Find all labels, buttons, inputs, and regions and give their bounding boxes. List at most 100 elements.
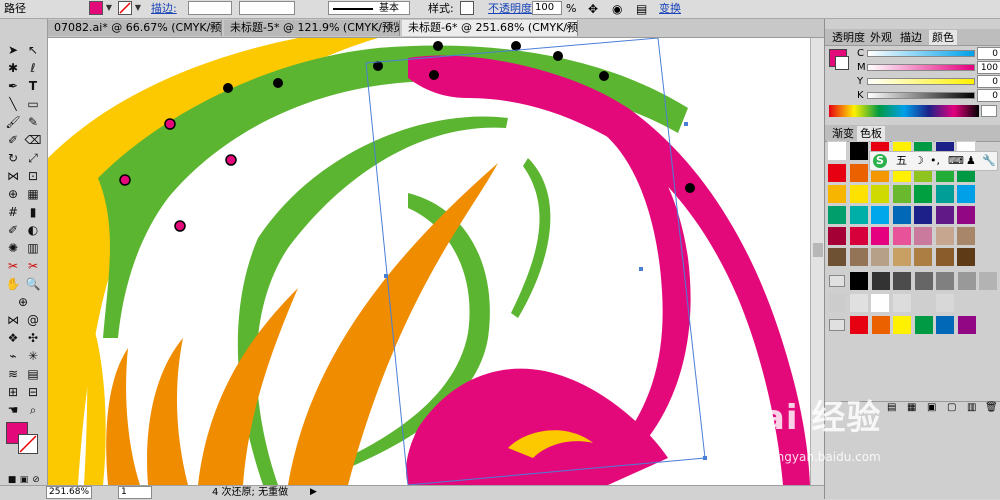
color-swatch[interactable] [934, 293, 955, 313]
color-swatch[interactable] [913, 226, 933, 246]
opacity-label[interactable]: 不透明度: [488, 2, 536, 16]
graphic-style-swatch[interactable] [460, 1, 474, 15]
stroke-dropdown-arrow[interactable]: ▼ [133, 1, 143, 15]
zoom-level-input[interactable]: 251.68% [46, 486, 92, 499]
color-swatch[interactable] [870, 315, 891, 335]
pucker-tool-icon[interactable]: ❖ [3, 329, 23, 347]
color-swatch[interactable] [978, 271, 998, 291]
stroke-color-box[interactable] [18, 434, 38, 454]
color-swatch[interactable] [827, 184, 847, 204]
color-swatch[interactable] [827, 163, 847, 183]
color-swatch[interactable] [956, 205, 976, 225]
crosshair-tool-icon[interactable]: ⊕ [13, 293, 33, 311]
hand-tool-icon[interactable]: ✋ [3, 275, 23, 293]
brush-preset-dropdown[interactable]: 基本 [328, 1, 410, 15]
yellow-slider[interactable] [867, 78, 975, 85]
new-color-group-icon[interactable]: ▢ [947, 402, 956, 413]
color-swatch[interactable] [849, 271, 869, 291]
color-swatch[interactable] [870, 271, 891, 291]
scrollbar-thumb[interactable] [813, 243, 823, 257]
graph-tool-icon[interactable]: ▤ [23, 365, 43, 383]
color-swatch[interactable] [891, 293, 912, 313]
panel-stroke-box[interactable] [835, 56, 849, 70]
opacity-input[interactable]: 100 [532, 1, 562, 15]
color-swatch[interactable] [870, 293, 890, 313]
color-swatch[interactable] [891, 205, 912, 225]
delete-swatch-icon[interactable]: 🗑 [985, 402, 998, 413]
direct-selection-tool-icon[interactable]: ↖ [23, 41, 43, 59]
zoom-icon[interactable]: ⌕ [23, 401, 43, 419]
ime-keyboard-icon[interactable]: ⌨ [948, 154, 964, 168]
ime-moon-icon[interactable]: ☽ [914, 154, 924, 168]
rectangle-tool-icon[interactable]: ▭ [23, 95, 43, 113]
ime-settings-icon[interactable]: 🔧 [982, 154, 996, 168]
artboard-canvas[interactable] [48, 38, 810, 485]
artboard-tool-icon[interactable]: ✂ [3, 257, 23, 275]
status-arrow-icon[interactable]: ▶ [310, 486, 317, 499]
color-swatch[interactable] [891, 184, 912, 204]
color-swatch[interactable] [913, 247, 933, 267]
mesh-tool-icon[interactable]: # [3, 203, 23, 221]
color-swatch[interactable] [848, 247, 869, 267]
tab-07082[interactable]: 07082.ai* @ 66.67% (CMYK/预览) × [48, 20, 222, 36]
tab-transparency[interactable]: 透明度 [829, 30, 868, 45]
show-kinds-icon[interactable]: ▦ [907, 402, 916, 413]
tab-untitled-5[interactable]: 未标题-5* @ 121.9% (CMYK/预览) × [224, 20, 400, 36]
transform-link[interactable]: 变换 [659, 2, 681, 16]
color-swatch[interactable] [827, 226, 847, 246]
scale-tool-icon[interactable]: ⤢ [23, 149, 43, 167]
color-swatch[interactable] [934, 205, 955, 225]
color-swatch[interactable] [956, 271, 977, 291]
color-swatch[interactable] [935, 315, 955, 335]
stroke-label[interactable]: 描边: [151, 2, 177, 16]
color-swatch[interactable] [848, 184, 869, 204]
color-swatch[interactable] [827, 205, 847, 225]
eyedropper-tool-icon[interactable]: ✐ [3, 221, 23, 239]
color-swatch[interactable] [848, 141, 869, 161]
color-swatch[interactable] [934, 184, 955, 204]
blend-tool-icon[interactable]: ◐ [23, 221, 43, 239]
color-swatch[interactable] [848, 205, 869, 225]
color-swatch[interactable] [956, 184, 976, 204]
perspective-grid-tool-icon[interactable]: ▦ [23, 185, 43, 203]
cyan-slider[interactable] [867, 50, 975, 57]
paintbrush-tool-icon[interactable]: 🖌 [3, 113, 23, 131]
magenta-slider[interactable] [867, 64, 975, 71]
symbol-sprayer-tool-icon[interactable]: ✺ [3, 239, 23, 257]
shape-builder-tool-icon[interactable]: ⊕ [3, 185, 23, 203]
pen-tool-icon[interactable]: ✒ [3, 77, 23, 95]
color-swatch[interactable] [827, 247, 847, 267]
stroke-color-swatch[interactable] [118, 1, 132, 15]
tab-gradient[interactable]: 渐变 [829, 126, 857, 141]
color-group-folder-icon[interactable] [829, 275, 845, 287]
lasso-tool-icon[interactable]: ℓ [23, 59, 43, 77]
tab-untitled-6[interactable]: 未标题-6* @ 251.68% (CMYK/预览) × [402, 20, 578, 36]
stroke-weight-input[interactable] [188, 1, 232, 15]
color-swatch[interactable] [848, 226, 869, 246]
ime-mode-label[interactable]: 五 [896, 154, 907, 168]
black-value-input[interactable]: 0 [977, 89, 1000, 102]
tab-swatches[interactable]: 色板 [857, 126, 885, 141]
tab-color[interactable]: 颜色 [929, 30, 957, 45]
sogou-logo-icon[interactable]: S [873, 154, 887, 168]
ime-punct-icon[interactable]: •, [930, 154, 940, 168]
color-swatch[interactable] [913, 293, 933, 313]
tab-stroke[interactable]: 描边 [897, 30, 925, 45]
pencil-tool-icon[interactable]: ✎ [23, 113, 43, 131]
color-swatch[interactable] [956, 226, 976, 246]
color-swatch[interactable] [891, 247, 912, 267]
artboard-icon[interactable]: ⊞ [3, 383, 23, 401]
magenta-value-input[interactable]: 100 [977, 61, 1000, 74]
recolor-icon[interactable]: ✥ [588, 2, 598, 16]
color-swatch[interactable] [956, 315, 977, 335]
rotate-tool-icon[interactable]: ↻ [3, 149, 23, 167]
color-swatch[interactable] [892, 315, 912, 335]
tab-appearance[interactable]: 外观 [867, 30, 895, 45]
crystallize-tool-icon[interactable]: ✳ [23, 347, 43, 365]
color-swatch[interactable] [913, 205, 933, 225]
zoom-tool-icon[interactable]: 🔍 [23, 275, 43, 293]
bloat-tool-icon[interactable]: ✣ [23, 329, 43, 347]
slice-select-icon[interactable]: ⊟ [23, 383, 43, 401]
color-swatch[interactable] [935, 271, 955, 291]
fill-dropdown-arrow[interactable]: ▼ [104, 1, 114, 15]
